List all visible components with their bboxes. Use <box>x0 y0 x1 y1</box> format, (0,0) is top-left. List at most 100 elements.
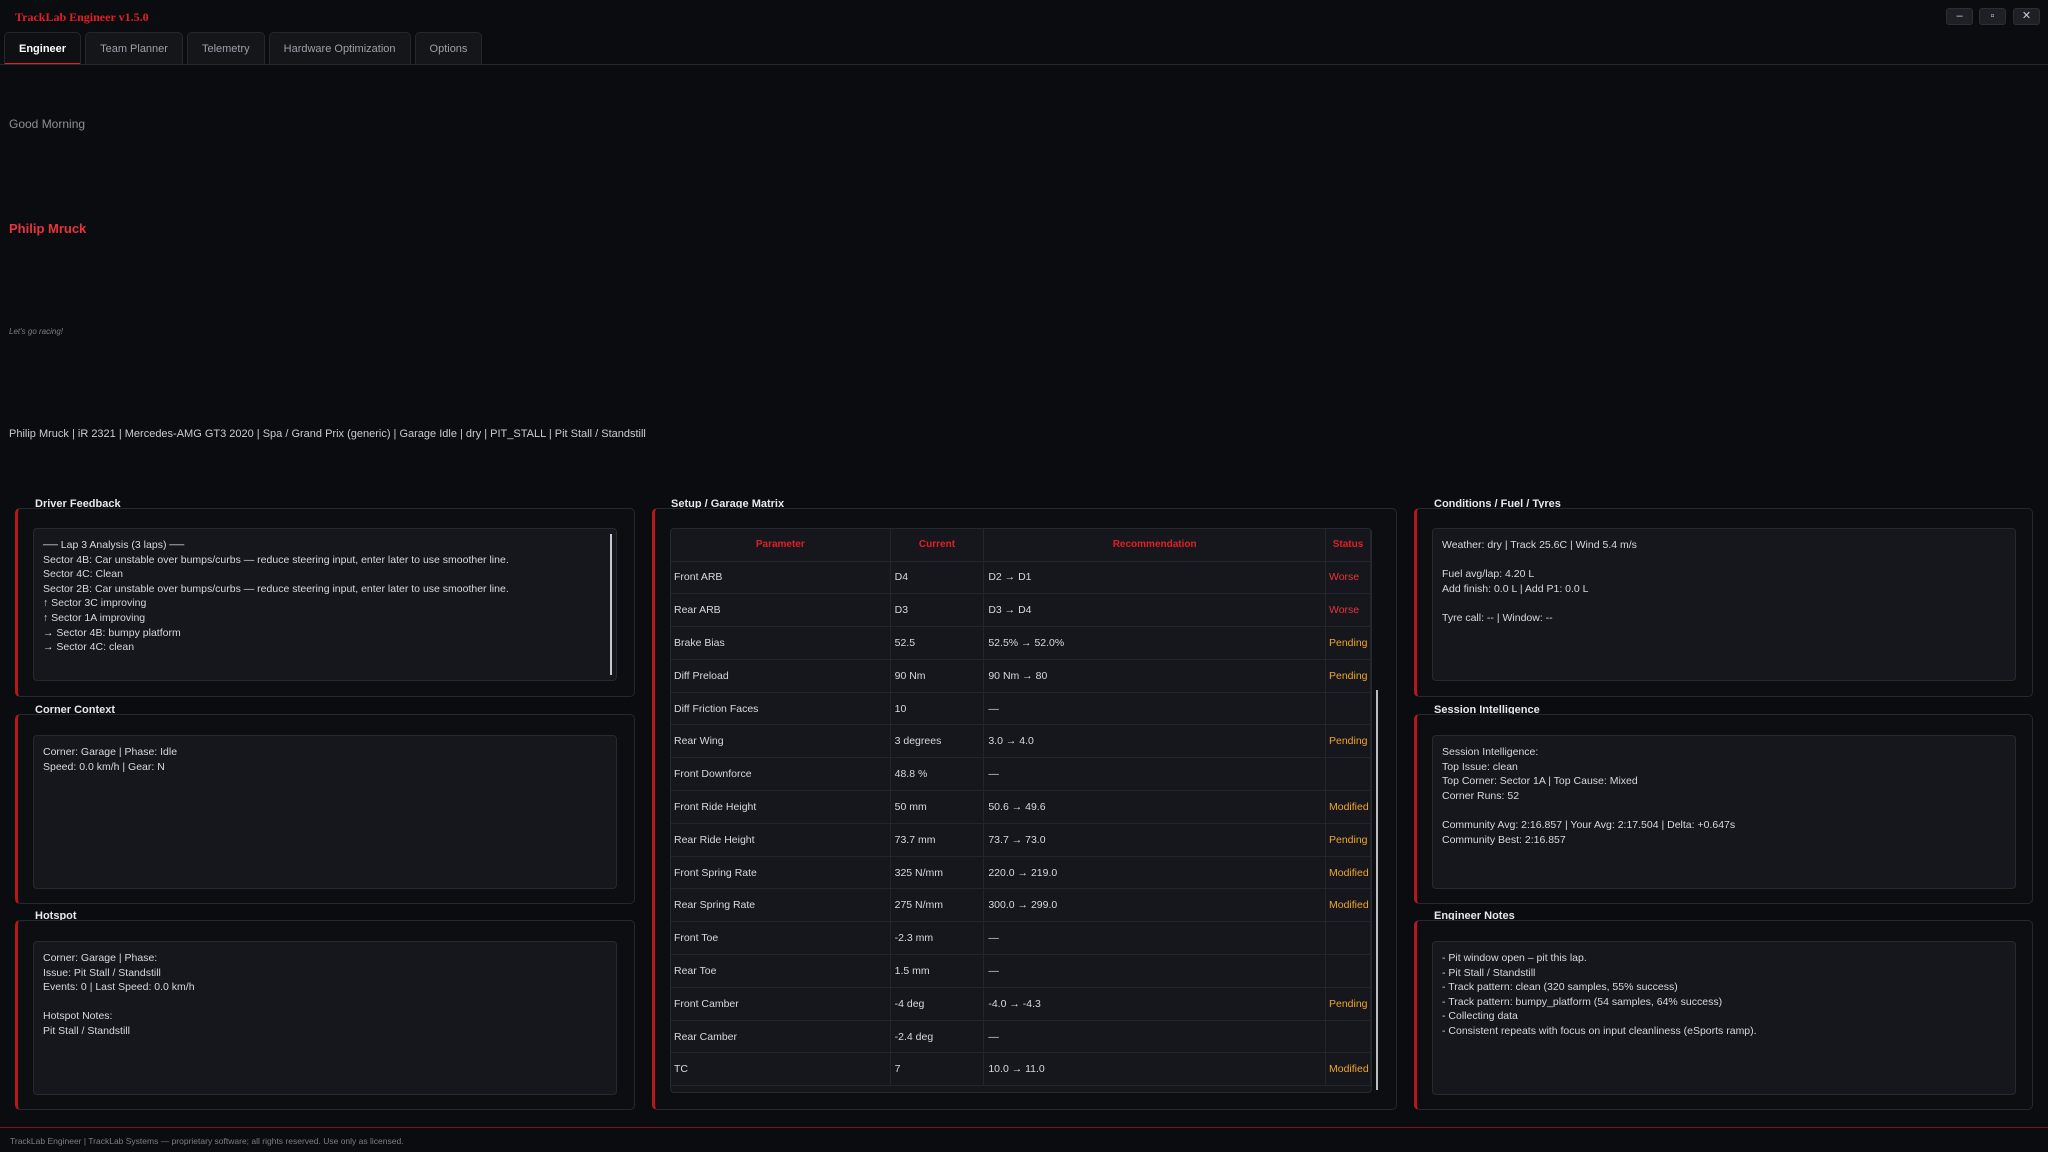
current-cell: 3 degrees <box>890 724 985 759</box>
recommendation-cell: — <box>983 757 1326 792</box>
column-header-parameter[interactable]: Parameter <box>671 529 891 562</box>
table-row[interactable]: Front Downforce 48.8 % — <box>671 757 1371 792</box>
current-cell: D4 <box>890 561 985 595</box>
table-row[interactable]: TC 7 10.0 → 11.0 Modified <box>671 1052 1371 1087</box>
recommendation-cell: — <box>983 1020 1326 1054</box>
table-header-row: Parameter Current Recommendation Status <box>671 529 1371 562</box>
tab-options[interactable]: Options <box>414 32 483 65</box>
tagline: Let's go racing! <box>9 327 64 336</box>
recommendation-cell: 220.0 → 219.0 <box>983 856 1326 890</box>
session-status-line: Philip Mruck | iR 2321 | Mercedes-AMG GT… <box>9 428 646 440</box>
conditions-panel: Weather: dry | Track 25.6C | Wind 5.4 m/… <box>1414 508 2033 697</box>
maximize-button[interactable]: ▫ <box>1979 8 2006 25</box>
footer-divider <box>0 1127 2048 1128</box>
tab-engineer[interactable]: Engineer <box>4 32 82 65</box>
recommendation-cell: 300.0 → 299.0 <box>983 888 1326 923</box>
table-row[interactable]: Diff Friction Faces 10— <box>671 692 1371 726</box>
column-header-current[interactable]: Current <box>890 529 985 562</box>
recommendation-cell: — <box>983 921 1326 956</box>
current-cell: 48.8 % <box>890 757 985 792</box>
conditions-text: Weather: dry | Track 25.6C | Wind 5.4 m/… <box>1432 528 2016 681</box>
driver-name: Philip Mruck <box>9 221 87 236</box>
tab-hardware-optimization[interactable]: Hardware Optimization <box>268 32 411 65</box>
status-cell: Modified <box>1325 1052 1371 1087</box>
parameter-cell: Front Downforce <box>671 757 891 792</box>
tab-team-planner[interactable]: Team Planner <box>85 32 183 65</box>
status-cell <box>1325 692 1371 726</box>
table-row[interactable]: Rear Toe 1.5 mm — <box>671 954 1371 988</box>
current-cell: 1.5 mm <box>890 954 985 988</box>
status-cell: Modified <box>1325 856 1371 890</box>
status-cell: Worse <box>1325 561 1371 595</box>
recommendation-cell: — <box>983 954 1326 988</box>
setup-matrix-table-container: Parameter Current Recommendation Status … <box>670 528 1372 1093</box>
status-cell <box>1325 1020 1371 1054</box>
tab-telemetry[interactable]: Telemetry <box>186 32 265 65</box>
table-row[interactable]: Rear ARB D3 D3 → D4 Worse <box>671 593 1371 628</box>
driver-feedback-scrollbar[interactable] <box>610 534 612 675</box>
minimize-button[interactable]: – <box>1946 8 1973 25</box>
status-cell: Modified <box>1325 790 1371 824</box>
column-header-recommendation[interactable]: Recommendation <box>983 529 1326 562</box>
table-row[interactable]: Brake Bias 52.5 52.5% → 52.0% Pending <box>671 626 1371 660</box>
parameter-cell: Front Toe <box>671 921 891 956</box>
table-row[interactable]: Front Spring Rate 325 N/mm 220.0 → 219.0 Mo… <box>671 856 1371 890</box>
table-row[interactable]: Diff Preload 90 Nm 90 Nm → 80 Pending <box>671 659 1371 693</box>
status-cell: Pending <box>1325 659 1371 693</box>
status-cell: Pending <box>1325 823 1371 857</box>
table-row[interactable]: Front Ride Height 50 mm 50.6 → 49.6 Modifie… <box>671 790 1371 824</box>
recommendation-cell: D2 → D1 <box>983 561 1326 595</box>
parameter-cell: Rear Camber <box>671 1020 891 1054</box>
current-cell: -4 deg <box>890 987 985 1021</box>
current-cell: 10 <box>890 692 985 726</box>
driver-feedback-panel: ── Lap 3 Analysis (3 laps) ── Sector 4B:… <box>15 508 635 697</box>
recommendation-cell: -4.0 → -4.3 <box>983 987 1326 1021</box>
current-cell: -2.4 deg <box>890 1020 985 1054</box>
table-row[interactable]: Rear Camber -2.4 deg — <box>671 1020 1371 1054</box>
hotspot-panel: Corner: Garage | Phase: Issue: Pit Stall… <box>15 920 635 1110</box>
recommendation-cell: 73.7 → 73.0 <box>983 823 1326 857</box>
close-button[interactable]: ✕ <box>2013 8 2040 25</box>
status-cell: Pending <box>1325 987 1371 1021</box>
recommendation-cell: 3.0 → 4.0 <box>983 724 1326 759</box>
recommendation-cell: 90 Nm → 80 <box>983 659 1326 693</box>
greeting-text: Good Morning <box>9 117 86 131</box>
engineer-notes-panel: - Pit window open – pit this lap. - Pit … <box>1414 920 2033 1110</box>
current-cell: 90 Nm <box>890 659 985 693</box>
parameter-cell: Rear ARB <box>671 593 891 628</box>
parameter-cell: Front Spring Rate <box>671 856 891 890</box>
recommendation-cell: — <box>983 692 1326 726</box>
status-cell: Pending <box>1325 724 1371 759</box>
parameter-cell: Brake Bias <box>671 626 891 660</box>
column-header-status[interactable]: Status <box>1325 529 1371 562</box>
table-row[interactable]: Front ARB D4 D2 → D1 Worse <box>671 561 1371 595</box>
status-cell <box>1325 757 1371 792</box>
status-cell: Worse <box>1325 593 1371 628</box>
current-cell: 275 N/mm <box>890 888 985 923</box>
current-cell: 52.5 <box>890 626 985 660</box>
session-intelligence-text: Session Intelligence: Top Issue: clean T… <box>1432 735 2016 889</box>
table-row[interactable]: Rear Spring Rate 275 N/mm 300.0 → 299.0 Mod… <box>671 888 1371 923</box>
current-cell: -2.3 mm <box>890 921 985 956</box>
parameter-cell: Diff Friction Faces <box>671 692 891 726</box>
recommendation-cell: D3 → D4 <box>983 593 1326 628</box>
app-title: TrackLab Engineer v1.5.0 <box>15 10 149 24</box>
status-cell <box>1325 954 1371 988</box>
table-row[interactable]: Rear Ride Height 73.7 mm 73.7 → 73.0 Pendin… <box>671 823 1371 857</box>
current-cell: 73.7 mm <box>890 823 985 857</box>
parameter-cell: Front Ride Height <box>671 790 891 824</box>
parameter-cell: Rear Toe <box>671 954 891 988</box>
parameter-cell: Rear Wing <box>671 724 891 759</box>
status-cell: Pending <box>1325 626 1371 660</box>
status-cell: Modified <box>1325 888 1371 923</box>
setup-matrix-scrollbar[interactable] <box>1376 690 1378 1090</box>
table-row[interactable]: Front Toe -2.3 mm — <box>671 921 1371 956</box>
current-cell: 7 <box>890 1052 985 1087</box>
recommendation-cell: 52.5% → 52.0% <box>983 626 1326 660</box>
recommendation-cell: 10.0 → 11.0 <box>983 1052 1326 1087</box>
engineer-notes-text: - Pit window open – pit this lap. - Pit … <box>1432 941 2016 1095</box>
corner-context-text: Corner: Garage | Phase: Idle Speed: 0.0 … <box>33 735 617 889</box>
parameter-cell: Diff Preload <box>671 659 891 693</box>
table-row[interactable]: Front Camber -4 deg -4.0 → -4.3 Pending <box>671 987 1371 1021</box>
table-row[interactable]: Rear Wing 3 degrees 3.0 → 4.0 Pending <box>671 724 1371 759</box>
